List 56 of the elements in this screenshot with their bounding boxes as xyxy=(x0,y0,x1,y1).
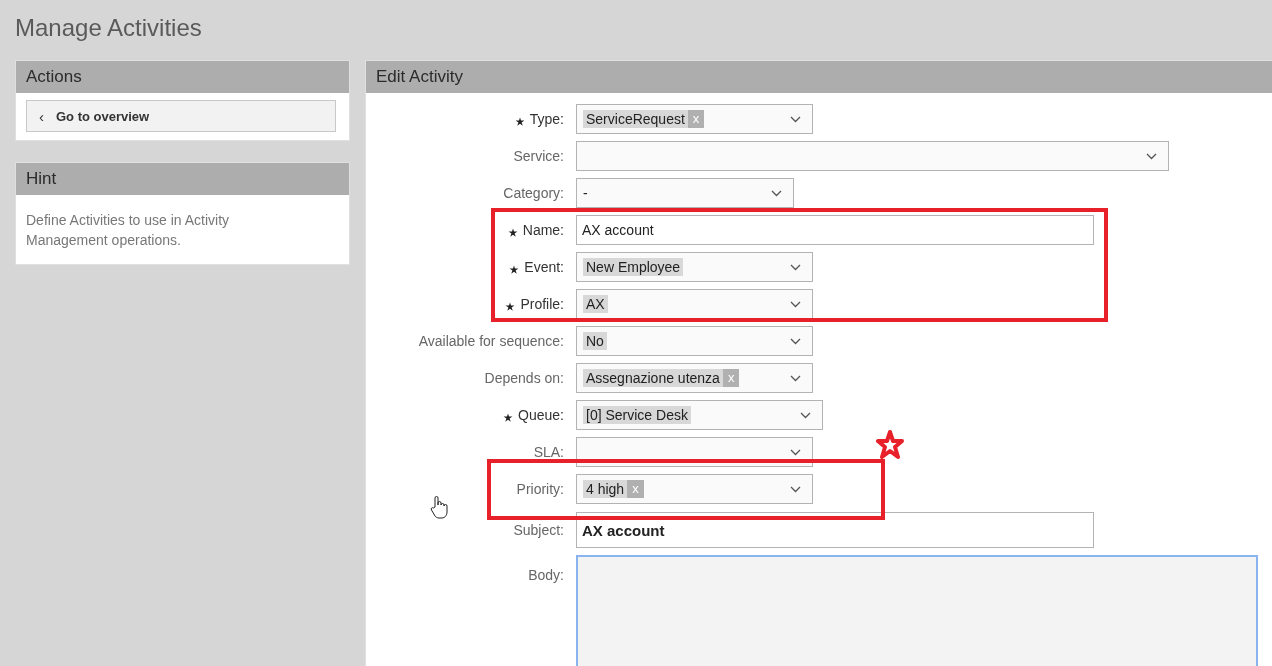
caret-icon xyxy=(800,412,811,419)
caret-icon xyxy=(790,486,801,493)
dropdown-field[interactable]: [0] Service Desk xyxy=(576,400,823,430)
dropdown-field[interactable] xyxy=(576,141,1169,171)
dropdown-field[interactable]: ServiceRequest x xyxy=(576,104,813,134)
selected-tag: ServiceRequest xyxy=(583,110,688,128)
body-text-area[interactable] xyxy=(576,555,1258,666)
dropdown-field[interactable]: 4 high x xyxy=(576,474,813,504)
caret-icon xyxy=(790,449,801,456)
field-label: SLA: xyxy=(533,444,564,460)
field-label: Service: xyxy=(513,148,564,164)
hand-cursor-icon xyxy=(430,495,448,519)
caret-icon xyxy=(790,375,801,382)
field-label: Type: xyxy=(529,111,564,127)
field-label: Body: xyxy=(528,567,564,583)
field-label: Priority: xyxy=(516,481,564,497)
name-input-field[interactable]: AX account xyxy=(576,215,1094,245)
caret-icon xyxy=(1146,153,1157,160)
required-icon xyxy=(514,116,525,127)
field-label: Depends on: xyxy=(484,370,564,386)
dropdown-value: - xyxy=(583,185,588,201)
dropdown-field[interactable]: No xyxy=(576,326,813,356)
selected-tag: [0] Service Desk xyxy=(583,406,691,424)
selected-tag: 4 high xyxy=(583,480,628,498)
selected-tag: No xyxy=(583,332,607,350)
required-icon xyxy=(507,227,518,238)
page-title: Manage Activities xyxy=(14,13,203,43)
required-icon xyxy=(503,412,514,423)
dropdown-field[interactable]: AX xyxy=(576,289,813,319)
caret-icon xyxy=(790,264,801,271)
field-label: Profile: xyxy=(520,296,564,312)
selected-tag: AX xyxy=(583,295,608,313)
selected-tag: New Employee xyxy=(583,258,684,276)
caret-icon xyxy=(771,190,782,197)
required-icon xyxy=(505,301,516,312)
caret-icon xyxy=(790,301,801,308)
go-to-overview-button[interactable]: ‹ Go to overview xyxy=(26,100,336,132)
field-label: Name: xyxy=(522,222,564,238)
field-label: Available for sequence: xyxy=(418,333,564,349)
star-icon xyxy=(876,429,904,461)
panel-header: Actions xyxy=(16,61,349,93)
hint-text: Define Activities to use in Activity Management operations. xyxy=(26,211,231,250)
field-label: Subject: xyxy=(513,522,564,538)
required-icon xyxy=(509,264,520,275)
dropdown-field[interactable]: Assegnazione utenza x xyxy=(576,363,813,393)
field-label: Queue: xyxy=(518,407,564,423)
panel-header: Edit Activity xyxy=(366,61,1272,93)
subject-input-field[interactable]: AX account xyxy=(576,512,1094,548)
panel-header: Hint xyxy=(16,163,349,195)
caret-icon xyxy=(790,338,801,345)
dropdown-field[interactable]: New Employee xyxy=(576,252,813,282)
caret-icon xyxy=(790,116,801,123)
field-label: Category: xyxy=(503,185,564,201)
field-label: Event: xyxy=(524,259,564,275)
selected-tag: Assegnazione utenza xyxy=(583,369,723,387)
dropdown-field[interactable]: - xyxy=(576,178,794,208)
